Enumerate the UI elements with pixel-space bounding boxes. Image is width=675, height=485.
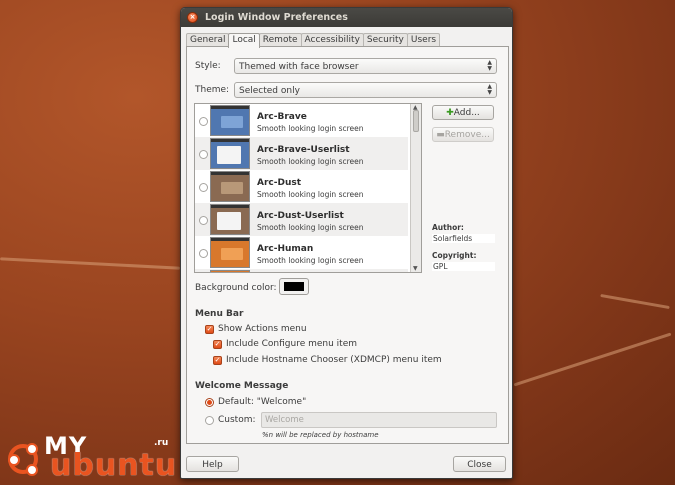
theme-name: Arc-Brave-Userlist — [257, 145, 350, 155]
myubuntu-watermark: MY .ru ubuntu — [6, 432, 181, 483]
theme-thumbnail — [210, 237, 250, 268]
theme-radio[interactable] — [199, 183, 208, 192]
theme-label: Theme: — [195, 85, 230, 95]
menu-bar-heading: Menu Bar — [195, 309, 244, 319]
remove-theme-button[interactable]: ▬Remove... — [432, 127, 494, 142]
scroll-down-icon[interactable]: ▼ — [413, 265, 418, 272]
scrollbar-thumb[interactable] — [413, 110, 419, 132]
hostname-item-checkbox[interactable]: ✓ — [213, 356, 222, 365]
window-title: Login Window Preferences — [205, 12, 348, 23]
style-label: Style: — [195, 61, 221, 71]
theme-combo[interactable]: Selected only ▲ ▼ — [234, 82, 497, 98]
theme-radio[interactable] — [199, 150, 208, 159]
theme-combo-value: Selected only — [239, 86, 300, 96]
theme-desc: Smooth looking login screen — [257, 223, 364, 232]
theme-desc: Smooth looking login screen — [257, 256, 364, 265]
theme-thumbnail — [210, 105, 250, 136]
copyright-label: Copyright: — [432, 251, 477, 260]
hostname-hint: %n will be replaced by hostname — [262, 431, 379, 439]
list-item[interactable]: Arc-Dust Smooth looking login screen — [195, 170, 408, 203]
add-theme-button[interactable]: ✚Add... — [432, 105, 494, 120]
ubuntu-logo-icon — [8, 443, 38, 476]
custom-welcome-label: Custom: — [218, 415, 256, 425]
custom-welcome-radio[interactable] — [205, 416, 214, 425]
background-color-swatch — [284, 282, 304, 291]
tab-users[interactable]: Users — [406, 33, 441, 47]
theme-name: Arc-Brave — [257, 112, 307, 122]
theme-list[interactable]: Arc-Brave Smooth looking login screen Ar… — [194, 103, 422, 273]
configure-item-checkbox[interactable]: ✓ — [213, 340, 222, 349]
close-button[interactable]: Close — [453, 456, 506, 472]
show-actions-checkbox[interactable]: ✓ — [205, 325, 214, 334]
style-combo-value: Themed with face browser — [239, 62, 359, 72]
remove-label: Remove... — [444, 130, 490, 140]
theme-desc: Smooth looking login screen — [257, 157, 364, 166]
default-welcome-radio[interactable] — [205, 398, 214, 407]
background-color-label: Background color: — [195, 283, 277, 293]
theme-thumbnail — [210, 204, 250, 235]
title-bar[interactable]: × Login Window Preferences — [181, 8, 512, 27]
plus-icon: ✚ — [446, 108, 454, 118]
watermark-ru: .ru — [154, 438, 169, 448]
custom-welcome-input[interactable]: Welcome — [261, 412, 497, 428]
watermark-ubuntu: ubuntu — [50, 448, 178, 483]
theme-thumbnail — [210, 171, 250, 202]
welcome-message-heading: Welcome Message — [195, 381, 289, 391]
list-item[interactable]: Arc-Human Smooth looking login screen — [195, 236, 408, 269]
author-label: Author: — [432, 223, 464, 232]
wallpaper-crack — [600, 293, 670, 310]
default-welcome-label: Default: "Welcome" — [218, 397, 307, 407]
configure-item-label: Include Configure menu item — [226, 339, 358, 349]
combo-arrows-icon: ▲ ▼ — [487, 83, 492, 96]
theme-list-scrollbar[interactable]: ▲ ▼ — [410, 104, 421, 272]
tab-remote[interactable]: Remote — [258, 33, 302, 47]
tab-local[interactable]: Local — [228, 33, 260, 48]
list-item[interactable]: Arc-Brave-Userlist Smooth looking login … — [195, 137, 408, 170]
theme-radio[interactable] — [199, 249, 208, 258]
help-button[interactable]: Help — [186, 456, 239, 472]
show-actions-label: Show Actions menu — [218, 324, 307, 334]
author-value: Solarfields — [432, 234, 495, 243]
theme-desc: Smooth looking login screen — [257, 124, 364, 133]
close-window-icon[interactable]: × — [187, 12, 198, 23]
theme-name: Arc-Human — [257, 244, 314, 254]
wallpaper-crack — [513, 332, 672, 387]
copyright-value: GPL — [432, 262, 495, 271]
add-label: Add... — [453, 108, 480, 118]
hostname-item-label: Include Hostname Chooser (XDMCP) menu it… — [226, 355, 442, 365]
wallpaper-crack — [0, 257, 180, 270]
local-tab-panel: Style: Themed with face browser ▲ ▼ Theme… — [186, 46, 509, 444]
background-color-button[interactable] — [279, 278, 309, 295]
theme-name: Arc-Dust-Userlist — [257, 211, 344, 221]
theme-thumbnail — [210, 270, 250, 272]
list-item[interactable] — [195, 269, 408, 272]
combo-arrows-icon: ▲ ▼ — [487, 59, 492, 72]
login-window-preferences-dialog: × Login Window Preferences General Local… — [180, 7, 513, 479]
minus-icon: ▬ — [436, 130, 445, 140]
style-combo[interactable]: Themed with face browser ▲ ▼ — [234, 58, 497, 74]
theme-desc: Smooth looking login screen — [257, 190, 364, 199]
tab-accessibility[interactable]: Accessibility — [300, 33, 364, 47]
tab-general[interactable]: General — [186, 33, 230, 47]
list-item[interactable]: Arc-Brave Smooth looking login screen — [195, 104, 408, 137]
theme-name: Arc-Dust — [257, 178, 302, 188]
list-item[interactable]: Arc-Dust-Userlist Smooth looking login s… — [195, 203, 408, 236]
theme-thumbnail — [210, 138, 250, 169]
theme-radio[interactable] — [199, 216, 208, 225]
theme-radio[interactable] — [199, 117, 208, 126]
tab-security[interactable]: Security — [362, 33, 408, 47]
tab-bar: General Local Remote Accessibility Secur… — [186, 33, 441, 48]
